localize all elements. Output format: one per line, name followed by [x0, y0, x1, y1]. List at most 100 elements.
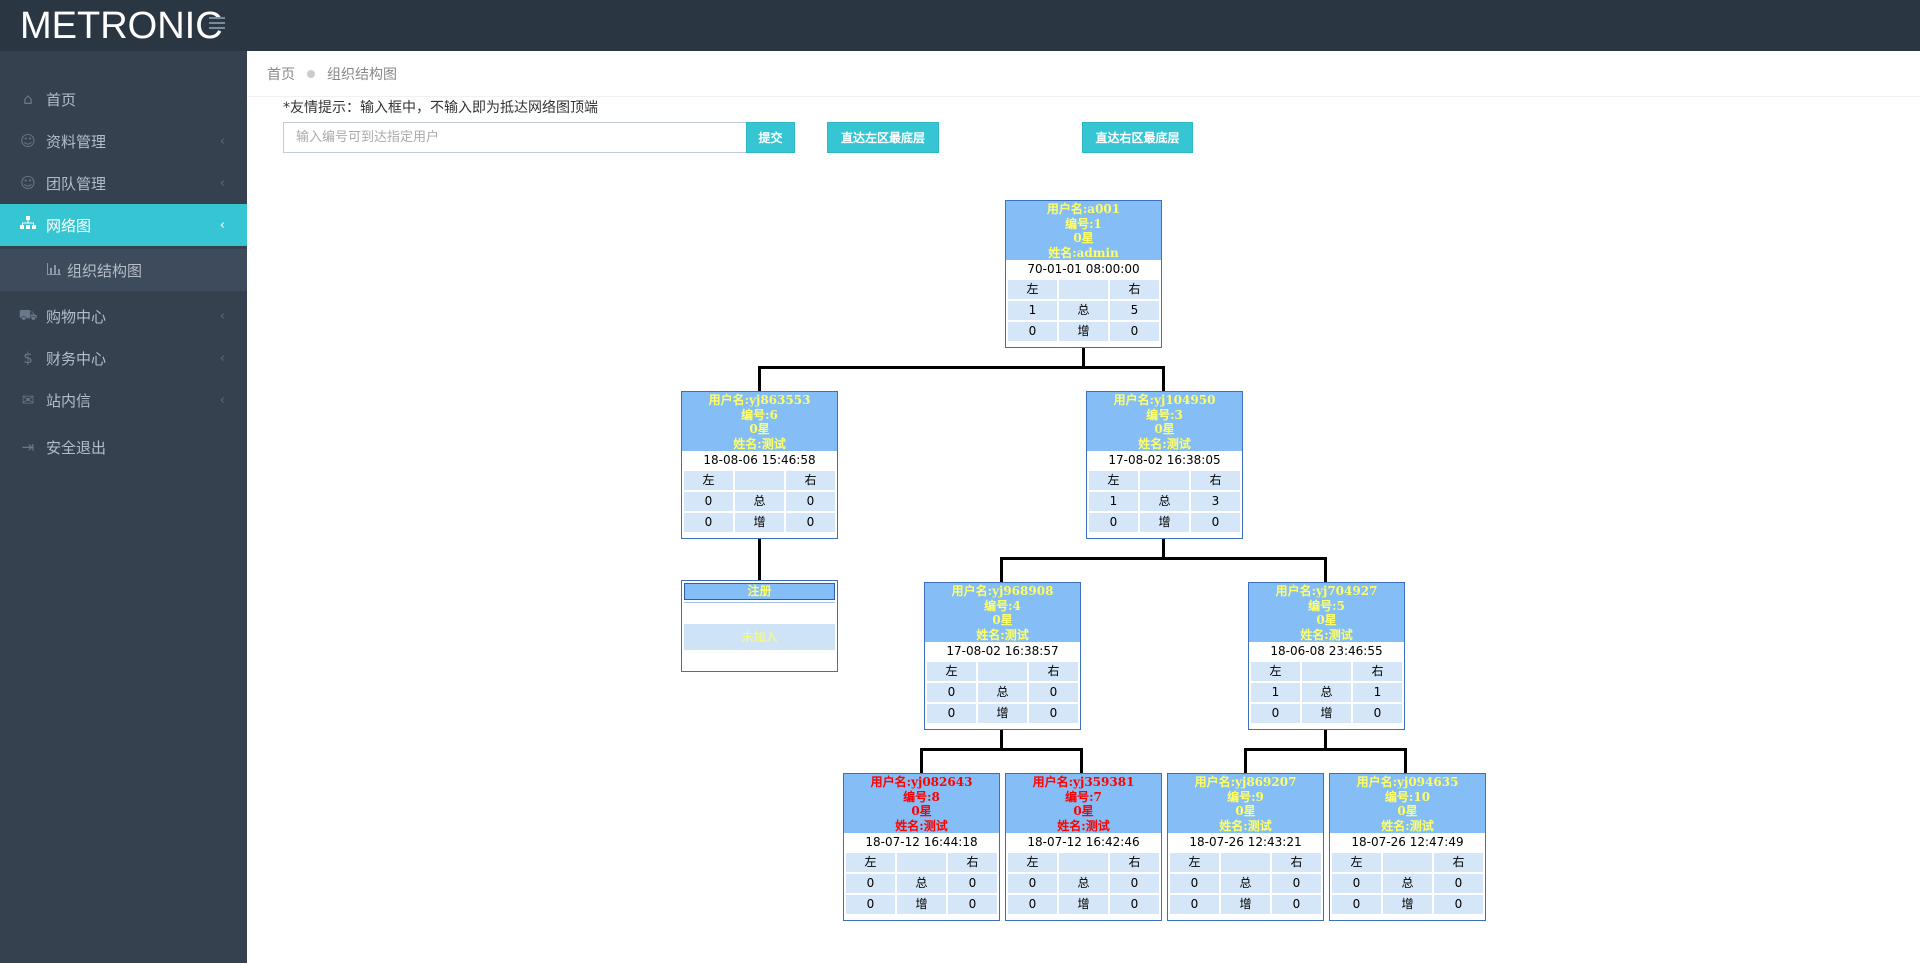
logout-icon: ⇥: [21, 438, 35, 456]
left-label: 左: [1170, 853, 1219, 872]
envelope-icon: ✉: [21, 391, 35, 409]
right-label: 右: [1353, 662, 1402, 681]
total-left: 1: [1008, 301, 1057, 320]
sidebar-subitem-org-chart[interactable]: 组织结构图: [0, 249, 247, 291]
right-label: 右: [1434, 853, 1483, 872]
breadcrumb: 首页 组织结构图: [247, 51, 1920, 97]
sidebar-item-label: 团队管理: [46, 174, 107, 193]
tree-connector: [920, 748, 923, 774]
node-date: 70-01-01 08:00:00: [1006, 260, 1161, 278]
total-left: 0: [927, 683, 976, 702]
node-stats-table: 左 右 0总0 0增0: [1330, 851, 1485, 916]
submit-button[interactable]: 提交: [746, 122, 795, 153]
home-icon: ⌂: [23, 90, 33, 108]
chevron-left-icon: ‹: [219, 392, 225, 408]
sidebar-item-label: 网络图: [46, 216, 92, 235]
node-header: 用户名:yj082643 编号:8 0星 姓名:测试: [844, 774, 999, 833]
empty-cell: [1383, 853, 1432, 872]
node-name: 姓名:测试: [1300, 627, 1353, 642]
total-label: 总: [1140, 492, 1189, 511]
tree-node[interactable]: 用户名:a001 编号:1 0星 姓名:admin 70-01-01 08:00…: [1005, 200, 1162, 348]
increase-label: 增: [897, 895, 946, 914]
right-label: 右: [1191, 471, 1240, 490]
tree-node[interactable]: 用户名:yj359381 编号:7 0星 姓名:测试 18-07-12 16:4…: [1005, 773, 1162, 921]
register-slot[interactable]: 注册 未加入: [681, 580, 838, 672]
increase-label: 增: [1140, 513, 1189, 532]
sidebar-item-logout[interactable]: ⇥ 安全退出: [0, 426, 247, 468]
tree-connector: [1244, 748, 1247, 774]
increase-left: 0: [927, 704, 976, 723]
increase-left: 0: [1170, 895, 1219, 914]
sidebar-item-network[interactable]: 网络图 ‹: [0, 204, 247, 246]
total-right: 0: [786, 492, 835, 511]
tree-node[interactable]: 用户名:yj863553 编号:6 0星 姓名:测试 18-08-06 15:4…: [681, 391, 838, 539]
tree-node[interactable]: 用户名:yj082643 编号:8 0星 姓名:测试 18-07-12 16:4…: [843, 773, 1000, 921]
tree-node[interactable]: 用户名:yj094635 编号:10 0星 姓名:测试 18-07-26 12:…: [1329, 773, 1486, 921]
tree-node[interactable]: 用户名:yj869207 编号:9 0星 姓名:测试 18-07-26 12:4…: [1167, 773, 1324, 921]
breadcrumb-home[interactable]: 首页: [267, 64, 295, 84]
tree-node[interactable]: 用户名:yj968908 编号:4 0星 姓名:测试 17-08-02 16:3…: [924, 582, 1081, 730]
tree-connector: [1404, 748, 1407, 774]
chevron-left-icon: ‹: [219, 133, 225, 149]
total-right: 0: [1434, 874, 1483, 893]
left-label: 左: [684, 471, 733, 490]
node-stats-table: 左 右 1总1 0增0: [1249, 660, 1404, 725]
empty-cell: [1221, 853, 1270, 872]
tree-connector: [1000, 557, 1003, 583]
user-outline-icon: ☺: [20, 174, 36, 192]
left-bottom-button[interactable]: 直达左区最底层: [827, 122, 939, 153]
node-header: 用户名:yj359381 编号:7 0星 姓名:测试: [1006, 774, 1161, 833]
sidebar-item-shop[interactable]: ⛟ 购物中心 ‹: [0, 295, 247, 337]
menu-toggle-icon[interactable]: [209, 17, 225, 29]
total-right: 5: [1110, 301, 1159, 320]
node-username: 用户名:yj863553: [708, 393, 811, 407]
brand-logo[interactable]: METRONIC: [20, 6, 223, 46]
user-id-input[interactable]: [283, 122, 747, 153]
sidebar-item-label: 财务中心: [46, 349, 107, 368]
tree-connector: [758, 366, 1164, 369]
sidebar-item-team[interactable]: ☺ 团队管理 ‹: [0, 162, 247, 204]
empty-cell: [897, 853, 946, 872]
node-name: 姓名:测试: [976, 627, 1029, 642]
breadcrumb-current: 组织结构图: [327, 66, 397, 83]
increase-right: 0: [1353, 704, 1402, 723]
increase-left: 0: [1251, 704, 1300, 723]
node-stats-table: 左 右 1总3 0增0: [1087, 469, 1242, 534]
tree-connector: [1324, 730, 1327, 750]
left-label: 左: [1008, 280, 1057, 299]
total-label: 总: [735, 492, 784, 511]
sidebar-item-messages[interactable]: ✉ 站内信 ‹: [0, 379, 247, 421]
node-header: 用户名:yj869207 编号:9 0星 姓名:测试: [1168, 774, 1323, 833]
increase-label: 增: [1059, 322, 1108, 341]
total-left: 0: [1332, 874, 1381, 893]
increase-label: 增: [1059, 895, 1108, 914]
node-stats-table: 左 右 0总0 0增0: [844, 851, 999, 916]
total-label: 总: [1059, 301, 1108, 320]
node-name: 姓名:测试: [895, 818, 948, 833]
sidebar-item-label: 资料管理: [46, 132, 107, 151]
total-right: 0: [1110, 874, 1159, 893]
increase-left: 0: [684, 513, 733, 532]
right-label: 右: [948, 853, 997, 872]
node-header: 用户名:yj704927 编号:5 0星 姓名:测试: [1249, 583, 1404, 642]
sidebar-item-finance[interactable]: $ 财务中心 ‹: [0, 337, 247, 379]
total-right: 3: [1191, 492, 1240, 511]
total-label: 总: [978, 683, 1027, 702]
bar-chart-icon: [47, 261, 61, 279]
total-label: 总: [1302, 683, 1351, 702]
increase-right: 0: [948, 895, 997, 914]
tree-connector: [1080, 748, 1083, 774]
node-date: 17-08-02 16:38:05: [1087, 451, 1242, 469]
register-button[interactable]: 注册: [684, 583, 835, 600]
left-label: 左: [1332, 853, 1381, 872]
right-bottom-button[interactable]: 直达右区最底层: [1082, 122, 1193, 153]
total-label: 总: [1221, 874, 1270, 893]
sidebar-item-home[interactable]: ⌂ 首页: [0, 78, 247, 120]
tree-node[interactable]: 用户名:yj104950 编号:3 0星 姓名:测试 17-08-02 16:3…: [1086, 391, 1243, 539]
increase-label: 增: [1221, 895, 1270, 914]
node-username: 用户名:yj869207: [1194, 775, 1297, 789]
node-name: 姓名:admin: [1048, 245, 1119, 260]
tree-node[interactable]: 用户名:yj704927 编号:5 0星 姓名:测试 18-06-08 23:4…: [1248, 582, 1405, 730]
increase-right: 0: [1272, 895, 1321, 914]
sidebar-item-profile[interactable]: ☺ 资料管理 ‹: [0, 120, 247, 162]
